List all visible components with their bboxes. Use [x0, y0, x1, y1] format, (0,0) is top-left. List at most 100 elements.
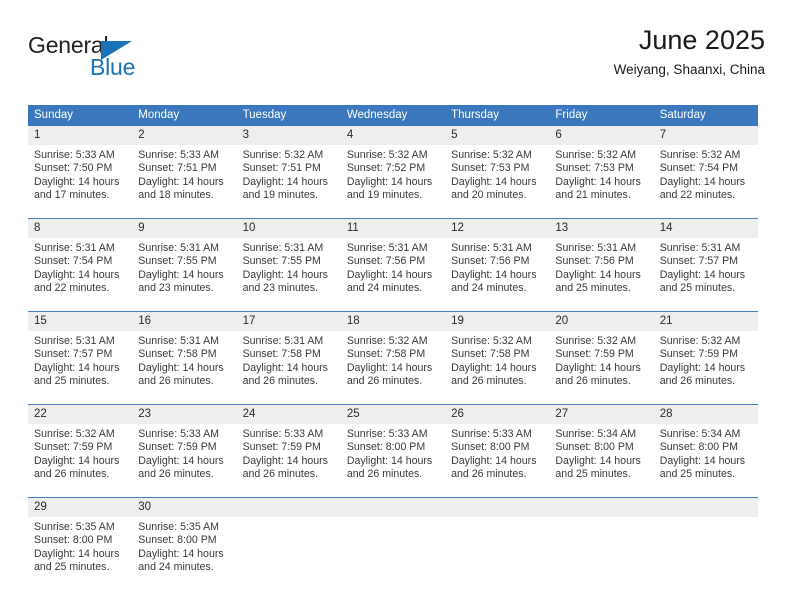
- day-cell[interactable]: Sunrise: 5:31 AM Sunset: 7:58 PM Daylight:…: [132, 331, 236, 404]
- day-sunset-text: Sunset: 8:00 PM: [555, 441, 634, 454]
- day-sunrise-text: Sunrise: 5:31 AM: [555, 242, 637, 254]
- day-cell[interactable]: Sunrise: 5:32 AM Sunset: 7:58 PM Daylight:…: [445, 331, 549, 404]
- day-number[interactable]: 13: [549, 219, 653, 238]
- day-number[interactable]: 5: [445, 126, 549, 145]
- day-number[interactable]: 17: [237, 312, 341, 331]
- day-daylight1-text: Daylight: 14 hours: [659, 268, 746, 281]
- weekday-header-saturday: Saturday: [659, 109, 706, 121]
- day-daylight2-text: and 24 minutes.: [451, 282, 527, 295]
- weekday-header-monday: Monday: [138, 109, 180, 121]
- day-cell[interactable]: Sunrise: 5:31 AM Sunset: 7:54 PM Daylight:…: [28, 238, 132, 311]
- day-number[interactable]: 11: [341, 219, 445, 238]
- day-cell[interactable]: Sunrise: 5:32 AM Sunset: 7:59 PM Daylight:…: [654, 331, 758, 404]
- day-number[interactable]: 27: [549, 405, 653, 424]
- day-cell[interactable]: Sunrise: 5:32 AM Sunset: 7:52 PM Daylight:…: [341, 145, 445, 218]
- day-sunrise-text: Sunrise: 5:33 AM: [34, 149, 115, 161]
- day-daylight1-text: Daylight: 14 hours: [346, 175, 433, 188]
- day-cell[interactable]: Sunrise: 5:33 AM Sunset: 7:50 PM Daylight:…: [28, 145, 132, 218]
- day-sunset-text: Sunset: 7:56 PM: [451, 255, 530, 268]
- day-cell-empty: [237, 517, 341, 590]
- day-cell[interactable]: Sunrise: 5:32 AM Sunset: 7:54 PM Daylight:…: [654, 145, 758, 218]
- day-number[interactable]: 12: [445, 219, 549, 238]
- day-cell[interactable]: Sunrise: 5:32 AM Sunset: 7:51 PM Daylight:…: [237, 145, 341, 218]
- day-number[interactable]: 8: [28, 219, 132, 238]
- day-daylight1-text: Daylight: 14 hours: [555, 268, 641, 281]
- day-cell[interactable]: Sunrise: 5:31 AM Sunset: 7:56 PM Daylight:…: [549, 238, 653, 311]
- day-daylight1-text: Daylight: 14 hours: [659, 361, 746, 374]
- day-daylight2-text: and 26 minutes.: [34, 468, 110, 481]
- day-number[interactable]: 20: [549, 312, 653, 331]
- day-daylight2-text: and 26 minutes.: [555, 375, 631, 388]
- day-cell[interactable]: Sunrise: 5:33 AM Sunset: 7:59 PM Daylight:…: [237, 424, 341, 497]
- day-sunrise-text: Sunrise: 5:31 AM: [451, 242, 532, 254]
- day-number[interactable]: 28: [654, 405, 758, 424]
- day-cell[interactable]: Sunrise: 5:31 AM Sunset: 7:58 PM Daylight:…: [237, 331, 341, 404]
- weekday-header-friday: Friday: [555, 109, 588, 121]
- day-daylight2-text: and 26 minutes.: [138, 468, 214, 481]
- calendar-page: General Blue June 2025 Weiyang, Shaanxi,…: [0, 0, 792, 612]
- day-number[interactable]: 19: [445, 312, 549, 331]
- day-cell[interactable]: Sunrise: 5:32 AM Sunset: 7:58 PM Daylight:…: [341, 331, 445, 404]
- day-sunset-text: Sunset: 7:59 PM: [659, 348, 739, 361]
- day-number[interactable]: 23: [132, 405, 236, 424]
- day-cell[interactable]: Sunrise: 5:33 AM Sunset: 8:00 PM Daylight:…: [341, 424, 445, 497]
- day-sunset-text: Sunset: 7:57 PM: [34, 348, 113, 361]
- day-number[interactable]: 15: [28, 312, 132, 331]
- day-number[interactable]: 10: [237, 219, 341, 238]
- day-sunset-text: Sunset: 7:59 PM: [555, 348, 634, 361]
- day-number[interactable]: 18: [341, 312, 445, 331]
- day-cell[interactable]: Sunrise: 5:32 AM Sunset: 7:53 PM Daylight:…: [445, 145, 549, 218]
- day-cell[interactable]: Sunrise: 5:32 AM Sunset: 7:59 PM Daylight:…: [28, 424, 132, 497]
- day-cell[interactable]: Sunrise: 5:34 AM Sunset: 8:00 PM Daylight:…: [654, 424, 758, 497]
- day-number[interactable]: 4: [341, 126, 445, 145]
- brand-logo[interactable]: General Blue: [28, 32, 158, 84]
- day-daylight1-text: Daylight: 14 hours: [34, 175, 120, 188]
- brand-name-blue: Blue: [90, 54, 136, 80]
- day-daylight1-text: Daylight: 14 hours: [138, 547, 224, 560]
- day-number[interactable]: 26: [445, 405, 549, 424]
- day-daylight1-text: Daylight: 14 hours: [555, 361, 641, 374]
- day-sunrise-text: Sunrise: 5:32 AM: [451, 149, 532, 161]
- day-daylight2-text: and 26 minutes.: [659, 375, 736, 388]
- day-daylight2-text: and 25 minutes.: [555, 468, 631, 481]
- day-cell[interactable]: Sunrise: 5:33 AM Sunset: 7:51 PM Daylight:…: [132, 145, 236, 218]
- day-number[interactable]: 14: [654, 219, 758, 238]
- day-cell[interactable]: Sunrise: 5:35 AM Sunset: 8:00 PM Daylight:…: [28, 517, 132, 590]
- day-sunrise-text: Sunrise: 5:32 AM: [555, 335, 637, 347]
- day-cell[interactable]: Sunrise: 5:33 AM Sunset: 8:00 PM Daylight:…: [445, 424, 549, 497]
- day-daylight2-text: and 26 minutes.: [346, 375, 423, 388]
- day-cell[interactable]: Sunrise: 5:31 AM Sunset: 7:56 PM Daylight:…: [445, 238, 549, 311]
- day-cell[interactable]: Sunrise: 5:34 AM Sunset: 8:00 PM Daylight:…: [549, 424, 653, 497]
- day-number[interactable]: 7: [654, 126, 758, 145]
- day-number[interactable]: 22: [28, 405, 132, 424]
- day-sunrise-text: Sunrise: 5:32 AM: [659, 149, 741, 161]
- day-number[interactable]: 29: [28, 498, 132, 517]
- day-number[interactable]: 2: [132, 126, 236, 145]
- day-number[interactable]: 9: [132, 219, 236, 238]
- day-cell[interactable]: Sunrise: 5:33 AM Sunset: 7:59 PM Daylight:…: [132, 424, 236, 497]
- day-number[interactable]: 25: [341, 405, 445, 424]
- day-number[interactable]: 1: [28, 126, 132, 145]
- day-daylight2-text: and 24 minutes.: [346, 282, 423, 295]
- day-cell[interactable]: Sunrise: 5:31 AM Sunset: 7:55 PM Daylight:…: [237, 238, 341, 311]
- day-cell[interactable]: Sunrise: 5:31 AM Sunset: 7:55 PM Daylight:…: [132, 238, 236, 311]
- day-number[interactable]: 6: [549, 126, 653, 145]
- day-number[interactable]: 16: [132, 312, 236, 331]
- week-daynumber-row: 29 30: [28, 498, 758, 517]
- day-number-empty: [654, 498, 758, 517]
- day-cell[interactable]: Sunrise: 5:32 AM Sunset: 7:59 PM Daylight:…: [549, 331, 653, 404]
- day-number[interactable]: 30: [132, 498, 236, 517]
- day-cell[interactable]: Sunrise: 5:31 AM Sunset: 7:57 PM Daylight:…: [654, 238, 758, 311]
- day-sunset-text: Sunset: 7:51 PM: [138, 162, 217, 175]
- day-cell[interactable]: Sunrise: 5:35 AM Sunset: 8:00 PM Daylight:…: [132, 517, 236, 590]
- week-detail-row: Sunrise: 5:31 AM Sunset: 7:57 PM Daylight:…: [28, 331, 758, 404]
- day-number[interactable]: 24: [237, 405, 341, 424]
- day-cell[interactable]: Sunrise: 5:32 AM Sunset: 7:53 PM Daylight:…: [549, 145, 653, 218]
- day-cell[interactable]: Sunrise: 5:31 AM Sunset: 7:57 PM Daylight:…: [28, 331, 132, 404]
- day-number[interactable]: 21: [654, 312, 758, 331]
- day-sunset-text: Sunset: 7:53 PM: [555, 162, 634, 175]
- day-cell[interactable]: Sunrise: 5:31 AM Sunset: 7:56 PM Daylight:…: [341, 238, 445, 311]
- weekday-header-tuesday: Tuesday: [242, 109, 287, 121]
- day-daylight2-text: and 22 minutes.: [34, 282, 110, 295]
- day-number[interactable]: 3: [237, 126, 341, 145]
